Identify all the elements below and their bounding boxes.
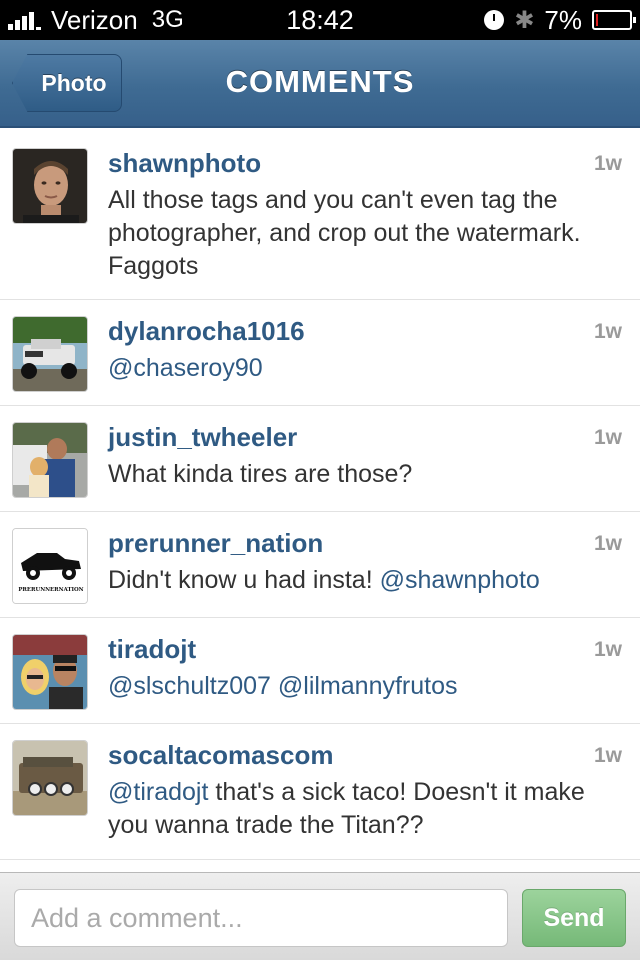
comment-username[interactable]: dylanrocha1016	[108, 316, 305, 347]
avatar[interactable]	[12, 634, 88, 710]
bluetooth-icon: ✱	[514, 6, 535, 34]
comment-text: All those tags and you can't even tag th…	[108, 184, 598, 283]
comment-item: socaltacomascom 1w @tiradojt that's a si…	[0, 724, 640, 860]
status-right: ✱ 7%	[484, 0, 636, 40]
comment-time: 1w	[593, 532, 622, 555]
comment-item: PRERUNNERNATION prerunner_nation 1w Didn…	[0, 512, 640, 618]
comment-time: 1w	[593, 426, 622, 449]
comment-text-segment: Didn't know u had insta!	[108, 566, 380, 594]
comment-mention[interactable]: @tiradojt	[108, 778, 208, 806]
comment-time: 1w	[593, 744, 622, 767]
comment-text: @tiradojt that's a sick taco! Doesn't it…	[108, 776, 598, 842]
comment-username[interactable]: shawnphoto	[108, 148, 261, 179]
comment-text-segment[interactable]: @chaseroy90	[108, 354, 263, 382]
battery-fill	[596, 14, 598, 26]
comment-username[interactable]: socaltacomascom	[108, 740, 333, 771]
clock-icon	[484, 10, 505, 30]
battery-icon	[592, 10, 636, 30]
comment-username[interactable]: tiradojt	[108, 634, 196, 665]
comment-list[interactable]: shawnphoto 1w All those tags and you can…	[0, 130, 640, 872]
comment-time: 1w	[593, 320, 622, 343]
comment-time: 1w	[593, 638, 622, 661]
send-button[interactable]: Send	[522, 889, 626, 947]
comment-time: 1w	[593, 152, 622, 175]
comment-item: dylanrocha1016 1w @chaseroy90	[0, 300, 640, 406]
page-title: COMMENTS	[225, 64, 415, 99]
comment-text-segment: What kinda tires are those?	[108, 460, 413, 488]
battery-percent: 7%	[544, 4, 582, 35]
comment-text: @slschultz007 @lilmannyfrutos	[108, 670, 598, 703]
comment-username[interactable]: prerunner_nation	[108, 528, 323, 559]
avatar[interactable]	[12, 740, 88, 816]
comment-text: Didn't know u had insta! @shawnphoto	[108, 564, 598, 597]
comment-item: tiradojt 1w @slschultz007 @lilmannyfruto…	[0, 618, 640, 724]
comment-text-segment: All those tags and you can't even tag th…	[108, 186, 581, 280]
comment-mention[interactable]: @slschultz007 @lilmannyfrutos	[108, 672, 458, 700]
comment-item: justin_twheeler 1w What kinda tires are …	[0, 406, 640, 512]
avatar[interactable]	[12, 148, 88, 224]
comment-mention[interactable]: @shawnphoto	[380, 566, 540, 594]
comment-composer: Send	[0, 872, 640, 960]
comment-input[interactable]	[14, 889, 508, 947]
comment-username[interactable]: justin_twheeler	[108, 422, 297, 453]
status-bar: Verizon 3G 18:42 ✱ 7%	[0, 0, 640, 40]
prerunner-logo-text: PRERUNNERNATION	[18, 587, 83, 593]
comment-item: shawnphoto 1w All those tags and you can…	[0, 130, 640, 300]
navigation-bar: Photo COMMENTS	[0, 40, 640, 128]
avatar[interactable]: PRERUNNERNATION	[12, 528, 88, 604]
comment-text: What kinda tires are those?	[108, 458, 598, 491]
comment-text: @chaseroy90	[108, 352, 598, 385]
avatar[interactable]	[12, 316, 88, 392]
avatar[interactable]	[12, 422, 88, 498]
